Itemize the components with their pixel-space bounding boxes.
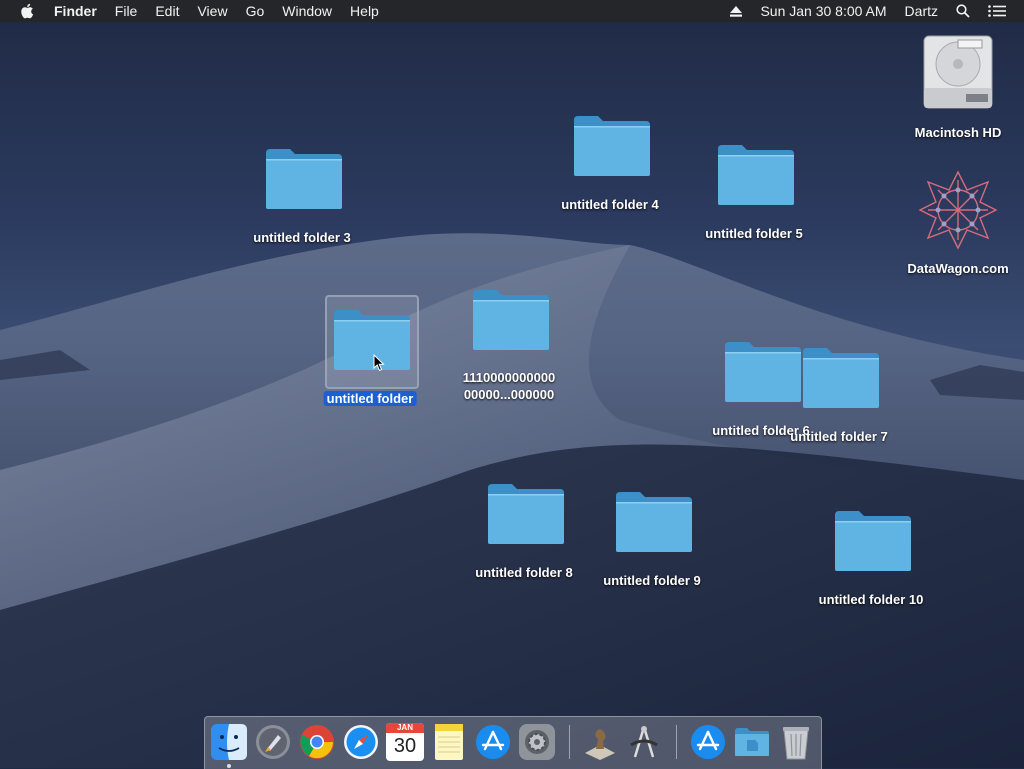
chrome-icon[interactable] <box>298 723 336 761</box>
folder-icon <box>803 348 879 408</box>
dock-separator <box>676 725 677 759</box>
folder-label-line1: 1110000000000 <box>462 370 556 385</box>
folder-icon <box>835 511 911 571</box>
folder-label: untitled folder 7 <box>790 429 888 444</box>
macintosh-hd-label: Macintosh HD <box>914 125 1002 140</box>
menu-user[interactable]: Dartz <box>905 3 938 19</box>
trash-icon[interactable] <box>777 723 815 761</box>
launchpad-icon[interactable] <box>254 723 292 761</box>
menu-go[interactable]: Go <box>246 3 265 19</box>
folder-label: untitled folder 4 <box>561 197 659 212</box>
folder-label: untitled folder 9 <box>603 573 701 588</box>
calendar-icon[interactable]: JAN 30 <box>386 723 424 761</box>
dock-separator <box>569 725 570 759</box>
folder-label: untitled folder 8 <box>475 565 573 580</box>
app-store-icon[interactable] <box>474 723 512 761</box>
menu-help[interactable]: Help <box>350 3 379 19</box>
finder-running-indicator <box>227 764 231 768</box>
mouse-pointer-icon <box>373 354 385 372</box>
folder-icon <box>266 149 342 209</box>
notification-center-icon[interactable] <box>988 5 1006 17</box>
menu-window[interactable]: Window <box>282 3 332 19</box>
documents-folder-icon[interactable] <box>733 723 771 761</box>
system-preferences-icon[interactable] <box>518 723 556 761</box>
folder-icon <box>488 484 564 544</box>
datawagon-label: DataWagon.com <box>907 261 1009 276</box>
folder-icon <box>616 492 692 552</box>
folder-icon <box>334 310 410 370</box>
folder-icon <box>473 290 549 350</box>
calendar-day: 30 <box>393 735 417 757</box>
spotlight-search-icon[interactable] <box>956 4 970 18</box>
eject-icon[interactable] <box>730 5 743 17</box>
notes-icon[interactable] <box>430 723 468 761</box>
menu-file[interactable]: File <box>115 3 138 19</box>
instruments-icon[interactable] <box>625 723 663 761</box>
menu-clock[interactable]: Sun Jan 30 8:00 AM <box>760 3 886 19</box>
apple-menu-icon[interactable] <box>20 3 34 19</box>
folder-icon <box>718 145 794 205</box>
calendar-month: JAN <box>386 723 424 733</box>
datawagon-logo-icon <box>918 170 998 250</box>
safari-icon[interactable] <box>342 723 380 761</box>
chess-icon[interactable] <box>581 723 619 761</box>
menu-view[interactable]: View <box>197 3 227 19</box>
folder-icon <box>725 342 801 402</box>
folder-label: untitled folder 3 <box>253 230 351 245</box>
dock: JAN 30 <box>204 716 822 769</box>
menu-edit[interactable]: Edit <box>155 3 179 19</box>
folder-label: untitled folder 10 <box>818 592 924 607</box>
menu-finder[interactable]: Finder <box>54 3 97 19</box>
app-store-downloads-icon[interactable] <box>689 723 727 761</box>
menu-bar: Finder File Edit View Go Window Help Sun… <box>0 0 1024 22</box>
hard-drive-icon <box>923 35 993 109</box>
finder-icon[interactable] <box>210 723 248 761</box>
folder-icon <box>574 116 650 176</box>
folder-label-selected[interactable]: untitled folder <box>323 391 417 406</box>
folder-label-line2: 00000...000000 <box>463 387 555 402</box>
folder-label: untitled folder 5 <box>705 226 803 241</box>
